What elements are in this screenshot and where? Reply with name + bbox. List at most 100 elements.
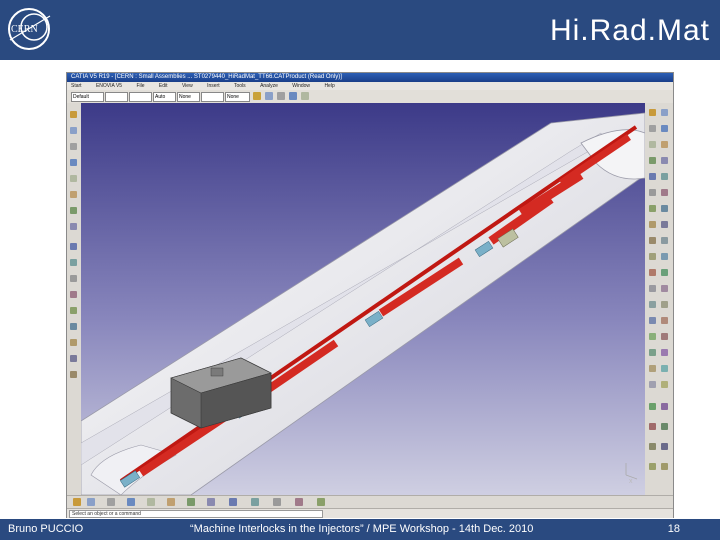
- axis-icon[interactable]: [661, 317, 668, 324]
- catalog-icon[interactable]: [661, 381, 668, 388]
- render-select[interactable]: None: [225, 92, 250, 102]
- command-input[interactable]: Select an object or a command: [69, 510, 323, 518]
- menu-item-edit[interactable]: Edit: [159, 83, 168, 89]
- zoom-in-icon[interactable]: [147, 498, 155, 506]
- menu-item-start[interactable]: Start: [71, 83, 82, 89]
- component-icon[interactable]: [70, 127, 77, 134]
- normal-view-icon[interactable]: [187, 498, 195, 506]
- user-feature-icon[interactable]: [661, 403, 668, 410]
- translate-icon[interactable]: [661, 237, 668, 244]
- boolean-icon[interactable]: [649, 269, 656, 276]
- thread-icon[interactable]: [661, 205, 668, 212]
- snap-move-icon[interactable]: [70, 243, 77, 250]
- point-select[interactable]: None: [177, 92, 200, 102]
- part-icon[interactable]: [70, 143, 77, 150]
- rotate-icon[interactable]: [649, 253, 656, 260]
- shell-icon[interactable]: [661, 189, 668, 196]
- section-icon[interactable]: [649, 349, 656, 356]
- color-select[interactable]: Default: [71, 92, 104, 102]
- reaction-icon[interactable]: [661, 443, 668, 450]
- apply-material-icon[interactable]: [661, 333, 668, 340]
- selection-icon[interactable]: [289, 92, 297, 100]
- swap-space-icon[interactable]: [295, 498, 303, 506]
- existing-component-icon[interactable]: [70, 159, 77, 166]
- pattern-icon[interactable]: [661, 221, 668, 228]
- shading-icon[interactable]: [251, 498, 259, 506]
- pocket-icon[interactable]: [649, 125, 656, 132]
- pad-icon[interactable]: [661, 109, 668, 116]
- thickness-icon[interactable]: [649, 205, 656, 212]
- layer-select[interactable]: [201, 92, 224, 102]
- draft-icon[interactable]: [649, 189, 656, 196]
- lineweight-select[interactable]: [129, 92, 152, 102]
- multi-view-icon[interactable]: [207, 498, 215, 506]
- split-icon[interactable]: [661, 269, 668, 276]
- formula-icon[interactable]: [661, 365, 668, 372]
- offset-icon[interactable]: [70, 323, 77, 330]
- law-icon[interactable]: [649, 423, 656, 430]
- reorder-icon[interactable]: [70, 191, 77, 198]
- power-copy-icon[interactable]: [649, 403, 656, 410]
- rotate-view-icon[interactable]: [127, 498, 135, 506]
- measure-item-icon[interactable]: [649, 333, 656, 340]
- contact-icon[interactable]: [70, 307, 77, 314]
- close-surface-icon[interactable]: [661, 285, 668, 292]
- snap-icon[interactable]: [265, 92, 273, 100]
- 3d-viewport[interactable]: x: [81, 103, 645, 495]
- pan-icon[interactable]: [107, 498, 115, 506]
- iso-view-icon[interactable]: [229, 498, 237, 506]
- target-block-opening: [210, 367, 224, 377]
- shaft-icon[interactable]: [661, 125, 668, 132]
- fix-icon[interactable]: [70, 355, 77, 362]
- parameter-icon[interactable]: [649, 381, 656, 388]
- numbering-icon[interactable]: [70, 207, 77, 214]
- menu-item-view[interactable]: View: [182, 83, 193, 89]
- constraint-icon[interactable]: [70, 291, 77, 298]
- menu-item-enovia[interactable]: ENOVIA V5: [96, 83, 122, 89]
- zoom-out-icon[interactable]: [167, 498, 175, 506]
- angle-icon[interactable]: [70, 339, 77, 346]
- groove-icon[interactable]: [649, 141, 656, 148]
- sketch-icon[interactable]: [649, 109, 656, 116]
- fly-mode-icon[interactable]: [73, 498, 81, 506]
- plane-icon[interactable]: [649, 301, 656, 308]
- format-painter-icon[interactable]: [253, 92, 261, 100]
- scale-icon[interactable]: [649, 237, 656, 244]
- menu-item-window[interactable]: Window: [292, 83, 310, 89]
- measure-icon[interactable]: [301, 92, 309, 100]
- transparency-select[interactable]: [105, 92, 128, 102]
- knowledge-icon[interactable]: [649, 365, 656, 372]
- clash-icon[interactable]: [70, 275, 77, 282]
- annotation-icon[interactable]: [661, 349, 668, 356]
- explode-icon[interactable]: [70, 259, 77, 266]
- line-icon[interactable]: [661, 301, 668, 308]
- top-toolbar: Default Auto None None: [67, 90, 673, 104]
- render-style-icon[interactable]: [317, 498, 325, 506]
- menu-item-tools[interactable]: Tools: [234, 83, 246, 89]
- design-table-icon[interactable]: [649, 463, 656, 470]
- rib-icon[interactable]: [649, 157, 656, 164]
- check-icon[interactable]: [649, 443, 656, 450]
- symmetry-icon[interactable]: [661, 253, 668, 260]
- fillet-icon[interactable]: [649, 173, 656, 180]
- menu-item-file[interactable]: File: [136, 83, 144, 89]
- fit-all-icon[interactable]: [87, 498, 95, 506]
- mirror-icon[interactable]: [649, 221, 656, 228]
- hide-show-icon[interactable]: [273, 498, 281, 506]
- slot-icon[interactable]: [661, 157, 668, 164]
- menu-item-help[interactable]: Help: [324, 83, 334, 89]
- manipulate-icon[interactable]: [70, 223, 77, 230]
- hole-icon[interactable]: [661, 141, 668, 148]
- menu-item-analyze[interactable]: Analyze: [260, 83, 278, 89]
- menu-item-insert[interactable]: Insert: [207, 83, 220, 89]
- rule-icon[interactable]: [661, 423, 668, 430]
- product-icon[interactable]: [70, 111, 77, 118]
- grid-icon[interactable]: [277, 92, 285, 100]
- chamfer-icon[interactable]: [661, 173, 668, 180]
- point-icon[interactable]: [649, 317, 656, 324]
- replace-icon[interactable]: [70, 175, 77, 182]
- linetype-select[interactable]: Auto: [153, 92, 176, 102]
- comment-icon[interactable]: [661, 463, 668, 470]
- update-icon[interactable]: [70, 371, 77, 378]
- sew-icon[interactable]: [649, 285, 656, 292]
